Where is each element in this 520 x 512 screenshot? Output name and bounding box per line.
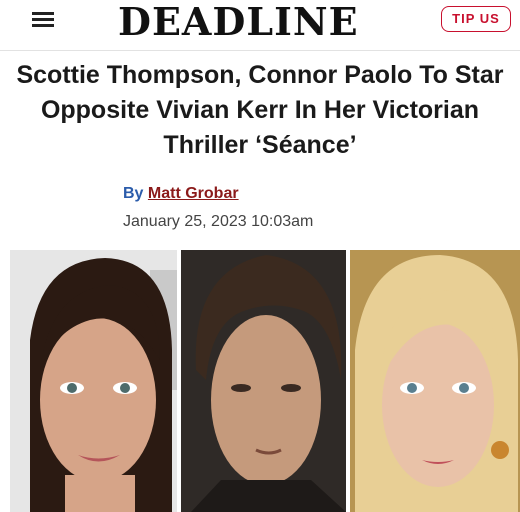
publish-date: January 25, 2023 10:03am bbox=[123, 213, 314, 230]
article-headline: Scottie Thompson, Connor Paolo To Star O… bbox=[16, 61, 504, 159]
woman-blonde-portrait bbox=[350, 250, 520, 512]
hamburger-menu-icon[interactable] bbox=[32, 10, 54, 28]
site-header: DEADLINE TIP US bbox=[0, 0, 520, 51]
site-logo[interactable]: DEADLINE bbox=[118, 0, 359, 44]
cast-photo-collage bbox=[10, 250, 520, 512]
byline-prefix: By bbox=[123, 185, 144, 202]
author-link[interactable]: Matt Grobar bbox=[148, 185, 239, 202]
woman-dark-hair-portrait bbox=[10, 250, 177, 512]
man-portrait bbox=[181, 250, 346, 512]
byline: By Matt Grobar bbox=[123, 185, 239, 203]
tip-us-button[interactable]: TIP US bbox=[441, 6, 511, 32]
